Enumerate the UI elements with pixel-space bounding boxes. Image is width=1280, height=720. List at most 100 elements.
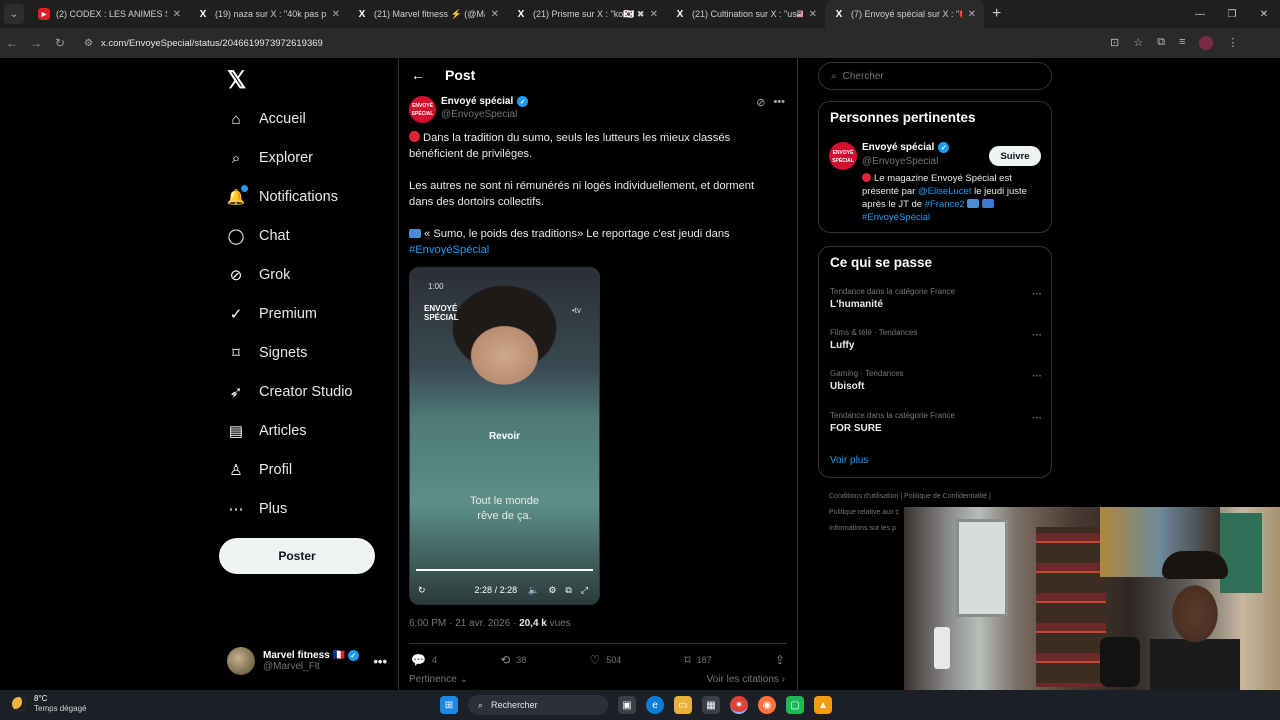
tab-search-button[interactable]: ⌄: [4, 4, 24, 24]
relevant-avatar[interactable]: ENVOYÉ SPÉCIAL: [829, 142, 857, 170]
sidebar-item-premium[interactable]: ✓ Premium: [227, 299, 317, 329]
close-tab-icon[interactable]: ✕: [809, 9, 817, 20]
trend-more-icon[interactable]: ···: [1032, 330, 1042, 341]
firefox-icon[interactable]: ◉: [758, 696, 776, 714]
close-tab-icon[interactable]: ✕: [173, 9, 181, 20]
close-window-icon[interactable]: ✕: [1248, 9, 1280, 20]
video-player[interactable]: 1:00 ENVOYÉ SPÉCIAL •tv Revoir Tout le m…: [409, 267, 600, 605]
sidebar-item-label: Notifications: [259, 189, 338, 205]
sidebar-item-signets[interactable]: ⌑ Signets: [227, 338, 307, 368]
hashtag-link[interactable]: #France2: [925, 199, 965, 210]
author-avatar[interactable]: ENVOYÉ SPÉCIAL: [409, 96, 436, 123]
hashtag-link[interactable]: #EnvoyéSpécial: [862, 212, 930, 223]
relevant-name-row[interactable]: Envoyé spécial ✓: [862, 142, 950, 153]
sidebar-item-grok[interactable]: ⊘ Grok: [227, 260, 291, 290]
task-view-icon[interactable]: ▣: [618, 696, 636, 714]
profile-avatar[interactable]: [1199, 36, 1214, 50]
browser-tab[interactable]: ▶ (2) CODEX : LES ANIMES SONT ✕: [30, 0, 189, 28]
sort-relevance-dropdown[interactable]: Pertinence ⌄: [409, 674, 468, 685]
account-switcher[interactable]: Marvel fitness 🇫🇷 ✓ @Marvel_Flt •••: [227, 644, 387, 678]
taskbar-search[interactable]: ⌕ Rechercher: [468, 695, 608, 715]
windows-start-icon[interactable]: ⊞: [440, 696, 458, 714]
sidebar-item-plus[interactable]: ⋯ Plus: [227, 494, 288, 524]
browser-tab[interactable]: X (7) Envoyé spécial sur X : "🔴 D ✕: [825, 0, 984, 28]
account-more-icon[interactable]: •••: [373, 654, 387, 669]
browser-tab[interactable]: X (19) naza sur X : "40k pas par jo ✕: [189, 0, 348, 28]
trend-item[interactable]: Tendance dans la catégorie France FOR SU…: [830, 411, 1042, 434]
footer-links-1[interactable]: Conditions d'utilisation | Politique de …: [829, 493, 991, 500]
share-button[interactable]: ⇪: [775, 652, 785, 668]
sidebar-item-chat[interactable]: ◯ Chat: [227, 221, 290, 251]
sidebar-item-creator-studio[interactable]: ➶ Creator Studio: [227, 377, 353, 407]
sidebar-item-profil[interactable]: ♙ Profil: [227, 455, 292, 485]
back-arrow-icon[interactable]: ←: [411, 67, 425, 83]
close-tab-icon[interactable]: ✕: [968, 9, 976, 20]
close-tab-icon[interactable]: ✕: [332, 9, 340, 20]
reply-button[interactable]: 💬 4: [411, 652, 437, 668]
app-icon[interactable]: ▢: [786, 696, 804, 714]
install-app-icon[interactable]: ⊡: [1110, 36, 1119, 50]
weather-widget[interactable]: 8°C Temps dégagé: [12, 694, 86, 714]
follow-button[interactable]: Suivre: [989, 146, 1041, 166]
author-handle[interactable]: @EnvoyeSpecial: [441, 109, 517, 120]
footer-links-2[interactable]: Politique relative aux c: [829, 509, 899, 516]
bookmark-star-icon[interactable]: ☆: [1133, 36, 1143, 50]
replay-button[interactable]: Revoir: [410, 431, 599, 442]
vlc-icon[interactable]: ▲: [814, 696, 832, 714]
show-more-link[interactable]: Voir plus: [830, 455, 868, 466]
browser-tab[interactable]: X (21) Cultination sur X : "us🇺🇸 ✖ ✕: [666, 0, 825, 28]
media-icon[interactable]: ≡: [1179, 36, 1185, 50]
close-tab-icon[interactable]: ✕: [491, 9, 499, 20]
browser-menu-icon[interactable]: ⋮: [1227, 36, 1238, 50]
trend-more-icon[interactable]: ···: [1032, 413, 1042, 424]
grok-icon[interactable]: ⊘: [756, 96, 765, 109]
store-icon[interactable]: ▦: [702, 696, 720, 714]
bookmark-button[interactable]: ⌑ 187: [685, 652, 712, 668]
repost-button[interactable]: ⟲ 38: [500, 652, 526, 668]
view-quotes-link[interactable]: Voir les citations ›: [707, 674, 785, 685]
post-timestamp[interactable]: 6:00 PM · 21 avr. 2026 ·: [409, 618, 519, 629]
post-button[interactable]: Poster: [219, 538, 375, 574]
sidebar-item-notifications[interactable]: 🔔 Notifications: [227, 182, 338, 212]
mention-link[interactable]: @EliseLucet: [918, 186, 971, 197]
forward-arrow-icon[interactable]: →: [24, 36, 48, 50]
sidebar-item-explorer[interactable]: ⌕ Explorer: [227, 143, 313, 173]
trend-more-icon[interactable]: ···: [1032, 371, 1042, 382]
reload-icon[interactable]: ↻: [48, 36, 72, 50]
trend-item[interactable]: Tendance dans la catégorie France L'huma…: [830, 287, 1042, 310]
close-tab-icon[interactable]: ✕: [650, 9, 658, 20]
search-input[interactable]: ⌕ Chercher: [818, 62, 1052, 90]
volume-icon[interactable]: 🔈: [528, 585, 539, 596]
browser-tab[interactable]: X (21) Marvel fitness ⚡ (@Marvel ✕: [348, 0, 507, 28]
settings-icon[interactable]: ⚙: [548, 585, 556, 596]
edge-icon[interactable]: e: [646, 696, 664, 714]
bookmark-icon: ⌑: [227, 344, 245, 362]
extensions-icon[interactable]: ⧉: [1157, 36, 1165, 50]
url-input[interactable]: ⚙ x.com/EnvoyeSpecial/status/20466199739…: [78, 32, 1104, 54]
chrome-icon[interactable]: ●: [730, 696, 748, 714]
author-name-row[interactable]: Envoyé spécial ✓: [441, 96, 529, 107]
post-more-icon[interactable]: •••: [773, 96, 785, 109]
sidebar-item-accueil[interactable]: ⌂ Accueil: [227, 104, 305, 134]
file-explorer-icon[interactable]: ▭: [674, 696, 692, 714]
trend-more-icon[interactable]: ···: [1032, 289, 1042, 300]
x-logo-icon[interactable]: 𝕏: [227, 66, 246, 95]
video-time: 2:28 / 2:28: [474, 585, 518, 595]
back-arrow-icon[interactable]: ←: [0, 36, 24, 50]
hashtag-link[interactable]: #EnvoyéSpécial: [409, 244, 489, 256]
pip-icon[interactable]: ⧉: [565, 585, 571, 596]
like-button[interactable]: ♡ 504: [589, 652, 621, 668]
footer-links-3[interactable]: Informations sur les p: [829, 525, 896, 532]
video-progress-bar[interactable]: [416, 569, 593, 571]
trend-item[interactable]: Films & télé · Tendances Luffy ···: [830, 328, 1042, 351]
webcam-overlay: [904, 507, 1280, 690]
fullscreen-icon[interactable]: ⤢: [581, 585, 588, 596]
sidebar-item-articles[interactable]: ▤ Articles: [227, 416, 307, 446]
replay-icon[interactable]: ↻: [418, 585, 426, 596]
trend-item[interactable]: Gaming · Tendances Ubisoft ···: [830, 369, 1042, 392]
minimize-icon[interactable]: —: [1184, 9, 1216, 20]
site-info-icon[interactable]: ⚙: [84, 38, 93, 49]
restore-icon[interactable]: ❐: [1216, 9, 1248, 20]
new-tab-button[interactable]: +: [992, 5, 1001, 23]
browser-tab[interactable]: X (21) Prisme sur X : "ko🇰🇷 ✖ IN ✕: [507, 0, 666, 28]
